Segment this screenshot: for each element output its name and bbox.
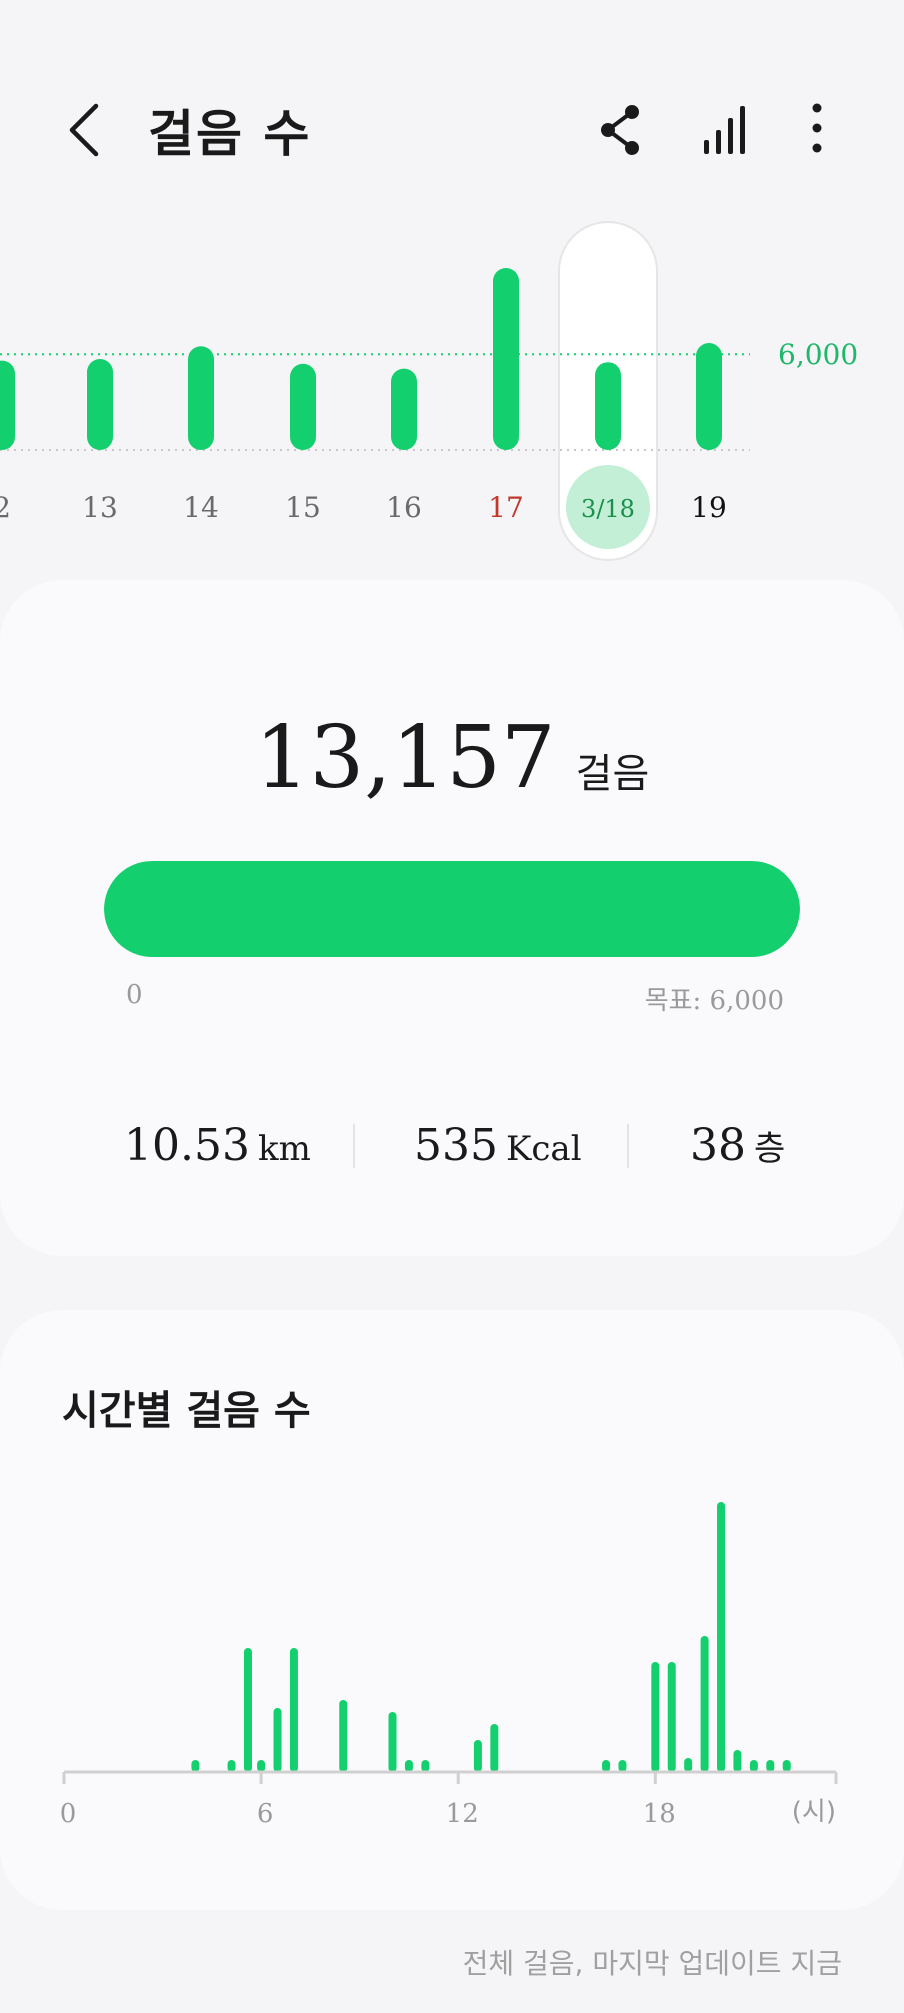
goal-line-label: 6,000 [778, 338, 858, 371]
steps-count: 13,157 [254, 708, 556, 808]
more-vert-icon[interactable] [790, 100, 844, 160]
hourly-steps-svg: 0 6 12 18 (시) [60, 1502, 838, 1829]
calories-stat: 535 Kcal [414, 1120, 582, 1171]
steps-progress-bar [104, 861, 800, 957]
hourly-bar [404, 1760, 413, 1772]
page-title: 걸음 수 [148, 105, 312, 163]
hourly-bar [191, 1760, 200, 1772]
hourly-bar [421, 1760, 430, 1772]
hourly-bar [766, 1760, 775, 1772]
daily-bar[interactable] [595, 362, 621, 450]
floors-value: 38 [690, 1120, 746, 1171]
day-label[interactable]: 2 [0, 491, 11, 524]
steps-unit: 걸음 [575, 751, 650, 797]
daily-bar[interactable] [0, 360, 15, 450]
progress-goal-label: 목표: 6,000 [644, 986, 784, 1016]
last-updated-note: 전체 걸음, 마지막 업데이트 지금 [462, 1947, 842, 1980]
hourly-bar [273, 1708, 282, 1772]
day-label[interactable]: 19 [691, 491, 727, 524]
hourly-bar [257, 1760, 266, 1772]
x-unit-label: (시) [792, 1797, 836, 1827]
daily-bar[interactable] [696, 343, 722, 450]
daily-bar[interactable] [188, 346, 214, 450]
day-label[interactable]: 3/18 [581, 495, 635, 523]
day-label[interactable]: 16 [386, 491, 422, 524]
share-icon[interactable] [594, 100, 648, 160]
steps-summary-card: 13,157 걸음 0 목표: 6,000 10.53 km 535 Kcal 38 층 [0, 580, 904, 1256]
hourly-bar [602, 1760, 611, 1772]
distance-stat: 10.53 km [124, 1120, 311, 1171]
hourly-bar [667, 1662, 676, 1772]
x-tick-label: 0 [60, 1799, 77, 1829]
hourly-bar [717, 1502, 726, 1772]
hourly-bar [339, 1700, 348, 1772]
hourly-bar [700, 1636, 709, 1772]
day-label[interactable]: 13 [82, 491, 118, 524]
hourly-bar [684, 1758, 693, 1772]
calories-value: 535 [414, 1120, 498, 1171]
hourly-bar [618, 1760, 627, 1772]
day-label[interactable]: 17 [488, 491, 524, 524]
chart-bars-icon[interactable] [696, 100, 750, 160]
steps-progress-fill [104, 861, 800, 957]
floors-stat: 38 층 [690, 1120, 785, 1171]
stat-divider [353, 1124, 355, 1168]
back-arrow-icon[interactable] [60, 100, 110, 160]
daily-steps-svg: 6,000 2 13 14 15 16 17 3/18 19 [0, 221, 858, 561]
hourly-bar [243, 1648, 252, 1772]
hourly-bar [749, 1760, 758, 1772]
hourly-bar [782, 1760, 791, 1772]
daily-bar[interactable] [493, 268, 519, 450]
hourly-bar [227, 1760, 236, 1772]
x-tick-label: 6 [257, 1799, 274, 1829]
calories-unit: Kcal [505, 1129, 582, 1169]
x-tick-label: 18 [643, 1799, 676, 1829]
distance-unit: km [257, 1129, 311, 1169]
daily-bar[interactable] [391, 368, 417, 450]
hourly-bar [388, 1712, 397, 1772]
app-header: 걸음 수 [0, 0, 904, 230]
hourly-steps-card: 시간별 걸음 수 0 6 12 18 (시) [0, 1310, 904, 1910]
activity-stats: 10.53 km 535 Kcal 38 층 [0, 1120, 904, 1200]
daily-bar[interactable] [290, 363, 316, 450]
progress-min-label: 0 [126, 980, 143, 1010]
hourly-bar [490, 1724, 499, 1772]
x-tick-label: 12 [446, 1799, 479, 1829]
day-label[interactable]: 14 [183, 491, 219, 524]
hourly-bar [733, 1750, 742, 1772]
stat-divider [627, 1124, 629, 1168]
steps-total: 13,157 걸음 [0, 708, 904, 808]
hourly-bar [289, 1648, 298, 1772]
day-label[interactable]: 15 [285, 491, 321, 524]
floors-unit: 층 [754, 1129, 786, 1169]
hourly-bar [473, 1740, 482, 1772]
hourly-bar [651, 1662, 660, 1772]
daily-bar[interactable] [87, 359, 113, 450]
distance-value: 10.53 [124, 1120, 250, 1171]
daily-steps-chart[interactable]: 6,000 2 13 14 15 16 17 3/18 19 [0, 200, 904, 570]
